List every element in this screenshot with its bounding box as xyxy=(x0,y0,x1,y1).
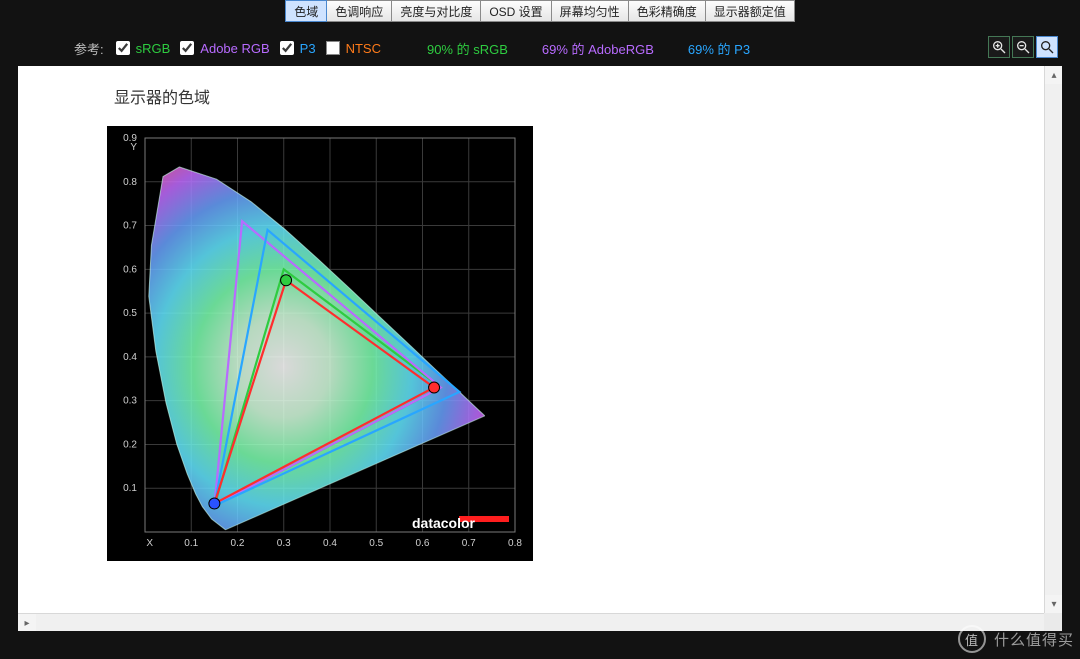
svg-text:0.6: 0.6 xyxy=(123,264,137,275)
svg-text:0.8: 0.8 xyxy=(123,177,137,188)
zoom-out-button[interactable] xyxy=(1012,36,1034,58)
zoom-reset-icon xyxy=(1039,39,1055,55)
scrollbar-corner xyxy=(1044,613,1062,631)
reference-label: 参考: xyxy=(74,39,104,58)
svg-text:0.3: 0.3 xyxy=(277,538,291,549)
measured-adobe: 69% 的 AdobeRGB xyxy=(542,39,654,58)
svg-text:0.5: 0.5 xyxy=(369,538,383,549)
svg-text:X: X xyxy=(146,538,153,549)
chart-brand: datacolor xyxy=(412,515,475,531)
tab-strip: 色域 色调响应 亮度与对比度 OSD 设置 屏幕均匀性 色彩精确度 显示器额定值 xyxy=(0,0,1080,22)
svg-text:Y: Y xyxy=(130,142,137,153)
zoom-reset-button[interactable] xyxy=(1036,36,1058,58)
svg-text:0.6: 0.6 xyxy=(416,538,430,549)
svg-text:0.2: 0.2 xyxy=(231,538,245,549)
checkbox-srgb[interactable]: sRGB xyxy=(116,41,171,56)
checkbox-ntsc-input[interactable] xyxy=(326,41,340,55)
checkbox-adobe[interactable]: Adobe RGB xyxy=(180,41,269,56)
page-title: 显示器的色域 xyxy=(114,84,210,108)
tab-osd[interactable]: OSD 设置 xyxy=(481,0,551,22)
checkbox-p3[interactable]: P3 xyxy=(280,41,316,56)
horizontal-scrollbar[interactable]: ◂ ▸ xyxy=(18,613,1044,631)
svg-text:0.7: 0.7 xyxy=(462,538,476,549)
gamut-chart: 0.1 0.2 0.3 0.4 0.5 0.6 0.7 0.8 0.1 0.2 0.3 0.4 0.5 0… xyxy=(107,126,533,561)
tab-rating[interactable]: 显示器额定值 xyxy=(706,0,795,22)
measured-srgb: 90% 的 sRGB xyxy=(427,39,508,58)
svg-text:0.1: 0.1 xyxy=(123,483,137,494)
tab-accuracy[interactable]: 色彩精确度 xyxy=(629,0,706,22)
zoom-out-icon xyxy=(1015,39,1031,55)
scroll-up-arrow[interactable]: ▴ xyxy=(1045,66,1062,84)
checkbox-adobe-label: Adobe RGB xyxy=(200,41,269,56)
zoom-in-icon xyxy=(991,39,1007,55)
svg-text:0.4: 0.4 xyxy=(323,538,337,549)
svg-text:0.1: 0.1 xyxy=(184,538,198,549)
svg-text:0.7: 0.7 xyxy=(123,221,137,232)
checkbox-p3-input[interactable] xyxy=(280,41,294,55)
checkbox-ntsc[interactable]: NTSC xyxy=(326,41,381,56)
svg-text:0.8: 0.8 xyxy=(508,538,522,549)
zoom-in-button[interactable] xyxy=(988,36,1010,58)
scroll-down-arrow[interactable]: ▾ xyxy=(1045,595,1062,613)
tab-uniformity[interactable]: 屏幕均匀性 xyxy=(552,0,629,22)
tab-tonecurve[interactable]: 色调响应 xyxy=(327,0,392,22)
checkbox-ntsc-label: NTSC xyxy=(346,41,381,56)
tab-gamut[interactable]: 色域 xyxy=(285,0,327,22)
content-panel: 显示器的色域 0.1 0.2 0.3 0.4 0.5 0.6 0.7 0.8 0.1 0.2 0.3… xyxy=(18,66,1062,631)
tab-contrast[interactable]: 亮度与对比度 xyxy=(392,0,481,22)
vertical-scrollbar[interactable]: ▴ ▾ xyxy=(1044,66,1062,613)
checkbox-p3-label: P3 xyxy=(300,41,316,56)
measured-p3: 69% 的 P3 xyxy=(688,39,750,58)
legend-bar: 参考: sRGB Adobe RGB P3 NTSC 90% 的 sRGB 69… xyxy=(0,36,1080,60)
watermark-text: 什么值得买 xyxy=(994,629,1074,650)
checkbox-srgb-label: sRGB xyxy=(136,41,171,56)
svg-text:0.2: 0.2 xyxy=(123,439,137,450)
scroll-right-arrow[interactable]: ▸ xyxy=(18,614,36,631)
svg-text:0.3: 0.3 xyxy=(123,396,137,407)
svg-text:0.4: 0.4 xyxy=(123,352,137,363)
gamut-chart-svg: 0.1 0.2 0.3 0.4 0.5 0.6 0.7 0.8 0.1 0.2 0.3 0.4 0.5 0… xyxy=(107,126,533,561)
checkbox-srgb-input[interactable] xyxy=(116,41,130,55)
zoom-controls xyxy=(988,36,1058,58)
checkbox-adobe-input[interactable] xyxy=(180,41,194,55)
svg-text:0.5: 0.5 xyxy=(123,308,137,319)
